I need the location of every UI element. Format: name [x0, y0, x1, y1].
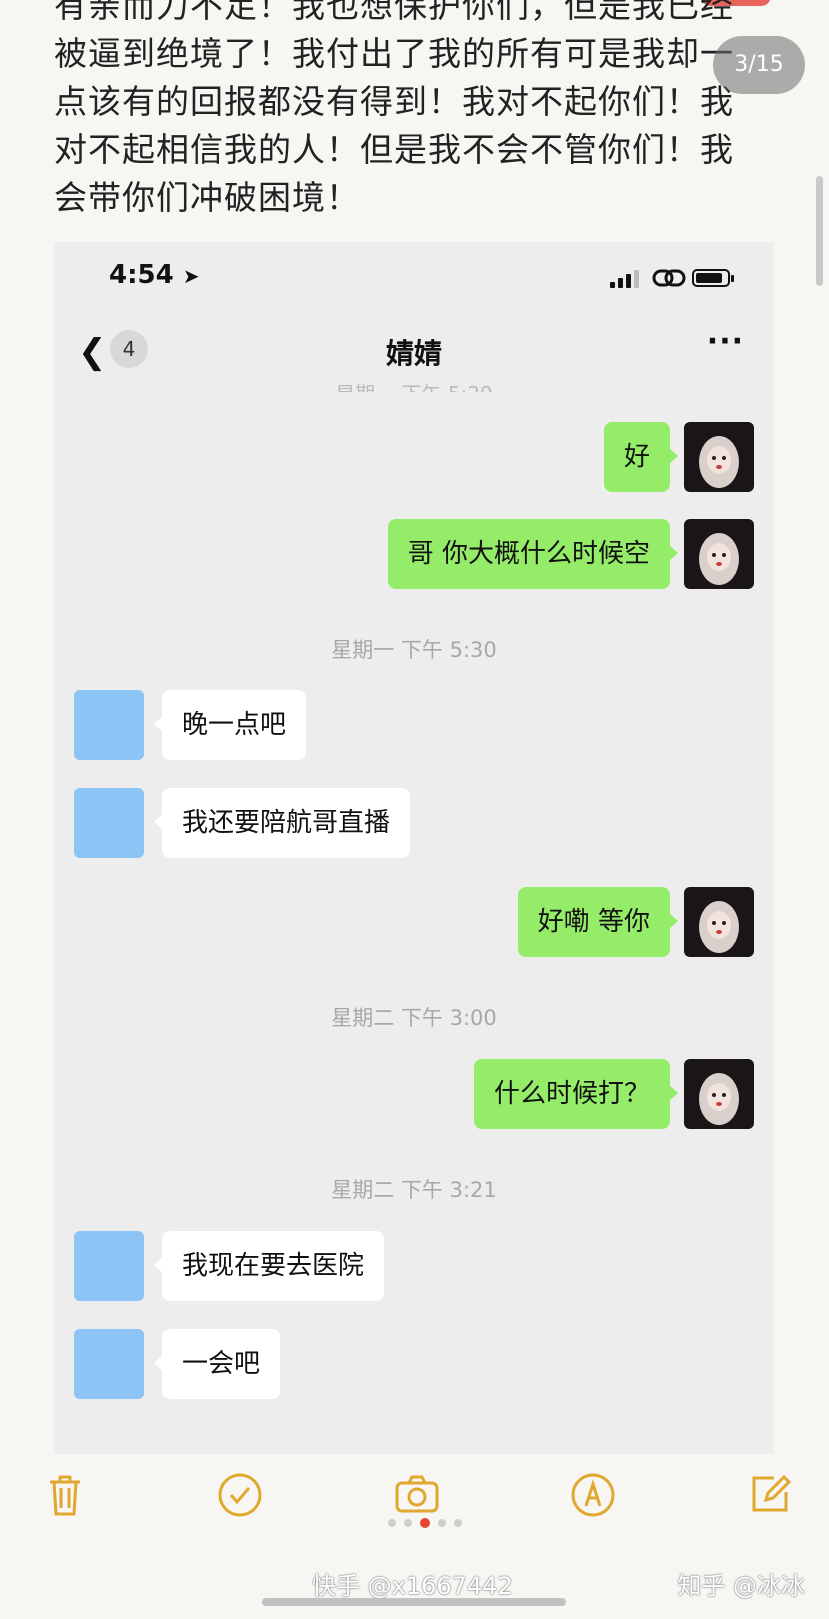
avatar-contact[interactable] — [74, 788, 144, 858]
page-dot — [454, 1519, 462, 1527]
page-dots[interactable] — [388, 1518, 462, 1528]
avatar-contact[interactable] — [74, 1231, 144, 1301]
avatar-me[interactable] — [684, 422, 754, 492]
page-dot — [438, 1519, 446, 1527]
camera-icon[interactable] — [392, 1470, 442, 1520]
home-indicator[interactable] — [262, 1598, 566, 1606]
timestamp: 星期二 下午 3:00 — [331, 1006, 497, 1030]
message-bubble-me[interactable]: 什么时候打？ — [473, 1059, 679, 1129]
page-dot — [404, 1519, 412, 1527]
signal-icon — [610, 270, 639, 288]
cut-off-timestamp: 星期一 下午 5:29 — [54, 378, 774, 392]
message-bubble-me[interactable]: 好 — [603, 422, 679, 492]
avatar-contact[interactable] — [74, 690, 144, 760]
status-time: 4:54 ➤ — [109, 260, 200, 290]
timestamp: 星期一 下午 5:30 — [331, 638, 497, 662]
message-bubble-contact[interactable]: 我还要陪航哥直播 — [153, 788, 411, 858]
checkmark-circle-icon[interactable] — [215, 1470, 265, 1520]
more-options-icon[interactable]: ··· — [707, 324, 744, 359]
watermark-zhihu: 知乎 @冰冰 — [677, 1572, 805, 1600]
link-icon — [652, 269, 686, 287]
notes-toolbar — [0, 1470, 829, 1540]
avatar-me[interactable] — [684, 519, 754, 589]
message-bubble-contact[interactable]: 我现在要去医院 — [153, 1231, 385, 1301]
chat-screenshot: 4:54 ➤ ❮ 4 婧婧 ··· 星期一 下午 5:29 好 哥 你大概什么时… — [54, 242, 774, 1454]
message-bubble-me[interactable]: 好嘞 等你 — [517, 887, 679, 957]
watermark-kuaishou: 快手 @x1667442 — [312, 1572, 513, 1600]
markup-pen-icon[interactable] — [568, 1470, 618, 1520]
chat-nav-bar: ❮ 4 婧婧 ··· — [54, 312, 774, 386]
note-body-text: 有亲而力不足！我也想保护你们，但是我已经被逼到绝境了！我付出了我的所有可是我却一… — [54, 0, 734, 217]
scrollbar-thumb[interactable] — [816, 176, 823, 286]
status-bar: 4:54 ➤ — [54, 242, 774, 312]
trash-icon[interactable] — [40, 1470, 90, 1520]
page-dot — [388, 1519, 396, 1527]
timestamp: 星期二 下午 3:21 — [331, 1178, 497, 1202]
compose-icon[interactable] — [744, 1470, 794, 1520]
message-bubble-contact[interactable]: 晚一点吧 — [153, 690, 307, 760]
page-dot-active — [420, 1518, 430, 1528]
location-arrow-icon: ➤ — [182, 264, 200, 288]
avatar-me[interactable] — [684, 1059, 754, 1129]
message-bubble-contact[interactable]: 一会吧 — [153, 1329, 281, 1399]
chat-title: 婧婧 — [385, 337, 442, 370]
battery-icon — [692, 269, 734, 287]
avatar-contact[interactable] — [74, 1329, 144, 1399]
page-counter: 3/15 — [713, 36, 805, 94]
message-bubble-me[interactable]: 哥 你大概什么时候空 — [387, 519, 679, 589]
avatar-me[interactable] — [684, 887, 754, 957]
